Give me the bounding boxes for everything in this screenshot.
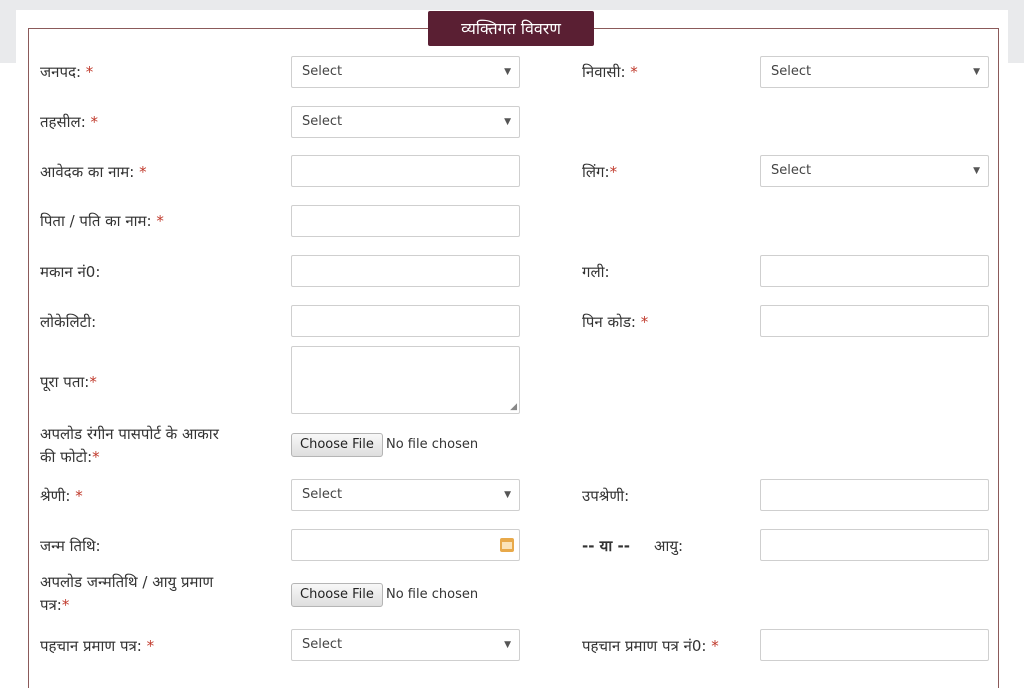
dob-proof-label-line2: पत्र:* xyxy=(40,596,70,614)
id-proof-label: पहचान प्रमाण पत्र: * xyxy=(40,637,155,655)
chevron-down-icon: ▼ xyxy=(504,640,511,650)
dob-proof-file-status: No file chosen xyxy=(386,587,479,602)
pura-pata-label: पूरा पता:* xyxy=(40,373,97,391)
calendar-icon[interactable] xyxy=(500,538,514,552)
section-legend: व्यक्तिगत विवरण xyxy=(428,11,594,46)
gender-select[interactable]: Select ▼ xyxy=(760,155,989,187)
niwasi-select[interactable]: Select ▼ xyxy=(760,56,989,88)
janpad-select[interactable]: Select ▼ xyxy=(291,56,520,88)
dob-proof-choose-file-button[interactable]: Choose File xyxy=(291,583,383,607)
pita-label: पिता / पति का नाम: * xyxy=(40,212,164,230)
age-input[interactable] xyxy=(760,529,989,561)
date-of-birth-input[interactable] xyxy=(291,529,520,561)
ling-label: लिंग:* xyxy=(582,163,618,181)
photo-file-status: No file chosen xyxy=(386,437,479,452)
subcategory-input[interactable] xyxy=(760,479,989,511)
chevron-down-icon: ▼ xyxy=(504,67,511,77)
chevron-down-icon: ▼ xyxy=(504,490,511,500)
street-input[interactable] xyxy=(760,255,989,287)
father-husband-name-input[interactable] xyxy=(291,205,520,237)
locality-input[interactable] xyxy=(291,305,520,337)
category-select[interactable]: Select ▼ xyxy=(291,479,520,511)
tehsil-select[interactable]: Select ▼ xyxy=(291,106,520,138)
tehsil-label: तहसील: * xyxy=(40,113,99,131)
niwasi-label: निवासी: * xyxy=(582,63,638,81)
chevron-down-icon: ▼ xyxy=(973,67,980,77)
id-proof-number-input[interactable] xyxy=(760,629,989,661)
id-proof-select[interactable]: Select ▼ xyxy=(291,629,520,661)
photo-choose-file-button[interactable]: Choose File xyxy=(291,433,383,457)
upshreni-label: उपश्रेणी: xyxy=(582,487,630,505)
photo-upload-label-line2: की फोटो:* xyxy=(40,448,100,466)
resize-grip-icon[interactable]: ◢ xyxy=(510,402,517,412)
applicant-name-input[interactable] xyxy=(291,155,520,187)
gali-label: गली: xyxy=(582,263,610,281)
pincode-input[interactable] xyxy=(760,305,989,337)
pincode-label: पिन कोड: * xyxy=(582,313,649,331)
aayu-label: आयु: xyxy=(654,537,684,555)
photo-upload-label-line1: अपलोड रंगीन पासपोर्ट के आकार xyxy=(40,425,219,443)
makan-label: मकान नं0: xyxy=(40,263,101,281)
house-number-input[interactable] xyxy=(291,255,520,287)
or-separator: -- या -- xyxy=(582,537,630,555)
shreni-label: श्रेणी: * xyxy=(40,487,83,505)
chevron-down-icon: ▼ xyxy=(973,166,980,176)
aavedak-label: आवेदक का नाम: * xyxy=(40,163,147,181)
locality-label: लोकेलिटी: xyxy=(40,313,97,331)
id-proof-number-label: पहचान प्रमाण पत्र नं0: * xyxy=(582,637,719,655)
janpad-label: जनपद: * xyxy=(40,63,94,81)
dob-proof-label-line1: अपलोड जन्मतिथि / आयु प्रमाण xyxy=(40,573,214,591)
full-address-textarea[interactable]: ◢ xyxy=(291,346,520,414)
janm-tithi-label: जन्म तिथि: xyxy=(40,537,101,555)
chevron-down-icon: ▼ xyxy=(504,117,511,127)
